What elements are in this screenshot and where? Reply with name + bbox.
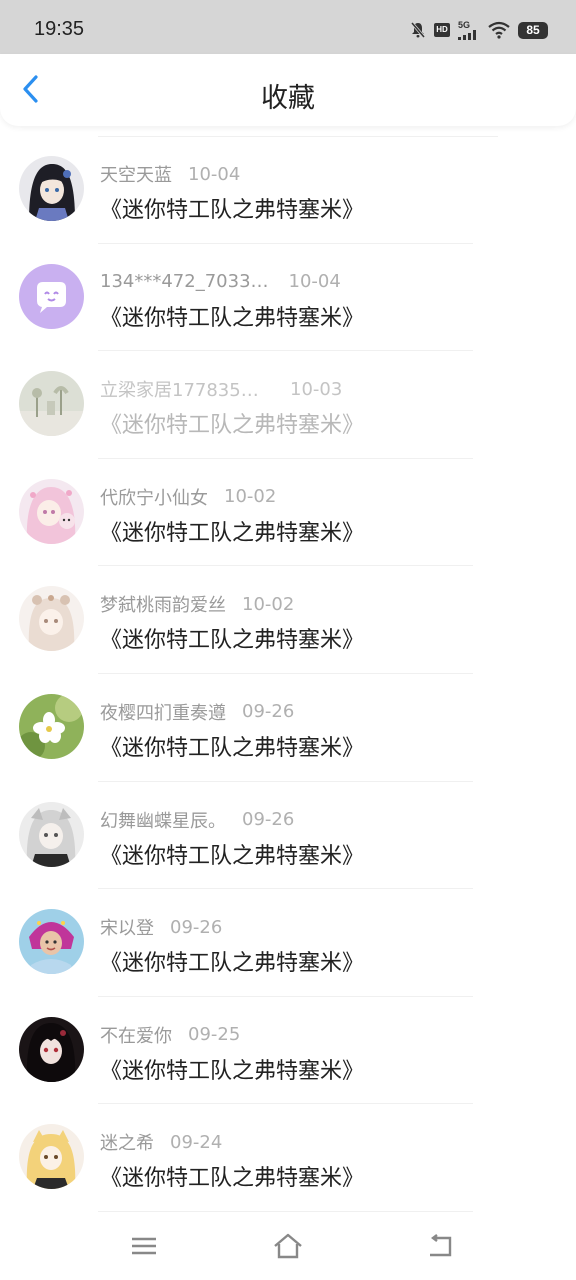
item-title[interactable]: 《迷你特工队之弗特塞米》	[100, 1053, 364, 1085]
item-title[interactable]: 《迷你特工队之弗特塞米》	[100, 622, 364, 654]
system-nav-bar	[0, 1215, 576, 1280]
item-meta: 宋以登 09-26	[100, 914, 222, 940]
list-item[interactable]: 迷之希 09-24 《迷你特工队之弗特塞米》	[0, 1104, 576, 1212]
avatar[interactable]	[19, 693, 84, 759]
item-title[interactable]: 《迷你特工队之弗特塞米》	[100, 838, 364, 870]
user-name[interactable]: 宋以登	[100, 914, 154, 940]
list-item[interactable]: 幻舞幽蝶星辰。 09-26 《迷你特工队之弗特塞米》	[0, 782, 576, 890]
back-nav-button[interactable]	[420, 1231, 460, 1265]
user-name[interactable]: 不在爱你	[100, 1022, 172, 1048]
user-name[interactable]: 迷之希	[100, 1129, 154, 1155]
wifi-icon	[488, 21, 510, 39]
item-date: 10-02	[242, 593, 295, 615]
item-meta: 代欣宁小仙女 10-02	[100, 484, 276, 510]
list-item[interactable]: 不在爱你 09-25 《迷你特工队之弗特塞米》	[0, 997, 576, 1105]
item-date: 10-03	[290, 378, 343, 400]
list-item[interactable]: 立梁家居1778352… 10-03 《迷你特工队之弗特塞米》	[0, 351, 576, 459]
user-name[interactable]: 梦弑桃雨韵爱丝	[100, 591, 226, 617]
network-type-label: 5G	[458, 20, 471, 30]
item-date: 09-26	[242, 701, 295, 723]
user-name[interactable]: 天空天蓝	[100, 161, 172, 187]
item-date: 10-04	[288, 271, 341, 293]
avatar[interactable]	[19, 478, 84, 544]
user-name[interactable]: 134***472_7033…	[100, 271, 269, 292]
favorites-list: 天空天蓝 10-04 《迷你特工队之弗特塞米》 134***472_7033… …	[0, 136, 576, 1212]
back-icon	[426, 1234, 454, 1262]
divider	[98, 1210, 473, 1212]
item-title[interactable]: 《迷你特工队之弗特塞米》	[100, 192, 364, 224]
user-name[interactable]: 代欣宁小仙女	[100, 484, 208, 510]
battery-indicator: 85	[518, 21, 548, 39]
list-item[interactable]: 梦弑桃雨韵爱丝 10-02 《迷你特工队之弗特塞米》	[0, 566, 576, 674]
status-bar: 19:35 HD 5G 85	[0, 0, 576, 54]
item-title[interactable]: 《迷你特工队之弗特塞米》	[100, 945, 364, 977]
item-date: 10-04	[188, 163, 241, 185]
item-meta: 迷之希 09-24	[100, 1129, 222, 1155]
avatar[interactable]	[19, 1016, 84, 1082]
item-date: 09-25	[188, 1024, 241, 1046]
hd-badge: HD	[434, 23, 450, 37]
list-item[interactable]: 代欣宁小仙女 10-02 《迷你特工队之弗特塞米》	[0, 459, 576, 567]
avatar[interactable]	[19, 801, 84, 867]
status-time: 19:35	[34, 18, 85, 40]
user-name[interactable]: 夜樱四扪重奏遵	[100, 699, 226, 725]
item-title[interactable]: 《迷你特工队之弗特塞米》	[100, 300, 364, 332]
avatar[interactable]	[19, 263, 84, 329]
header: 收藏	[0, 54, 576, 126]
avatar[interactable]	[19, 586, 84, 652]
item-title[interactable]: 《迷你特工队之弗特塞米》	[100, 730, 364, 762]
item-meta: 不在爱你 09-25	[100, 1022, 240, 1048]
item-date: 09-24	[170, 1131, 223, 1153]
item-meta: 夜樱四扪重奏遵 09-26	[100, 699, 294, 725]
item-title[interactable]: 《迷你特工队之弗特塞米》	[100, 407, 364, 439]
item-title[interactable]: 《迷你特工队之弗特塞米》	[100, 1160, 364, 1192]
list-item[interactable]: 宋以登 09-26 《迷你特工队之弗特塞米》	[0, 889, 576, 997]
status-icons: HD 5G 85	[410, 20, 548, 40]
avatar[interactable]	[19, 1124, 84, 1190]
avatar[interactable]	[19, 371, 84, 437]
item-date: 09-26	[242, 809, 295, 831]
list-item[interactable]: 134***472_7033… 10-04 《迷你特工队之弗特塞米》	[0, 244, 576, 352]
page-title: 收藏	[261, 83, 315, 114]
item-title[interactable]: 《迷你特工队之弗特塞米》	[100, 515, 364, 547]
user-name[interactable]: 立梁家居1778352…	[100, 376, 270, 402]
mute-icon	[410, 21, 426, 39]
item-date: 09-26	[170, 916, 223, 938]
item-meta: 立梁家居1778352… 10-03	[100, 376, 342, 402]
user-name[interactable]: 幻舞幽蝶星辰。	[100, 807, 226, 833]
signal-icon: 5G	[458, 20, 480, 40]
item-meta: 梦弑桃雨韵爱丝 10-02	[100, 591, 294, 617]
home-button[interactable]	[268, 1231, 308, 1265]
item-meta: 幻舞幽蝶星辰。 09-26	[100, 807, 294, 833]
menu-icon	[131, 1236, 157, 1260]
menu-button[interactable]	[124, 1231, 164, 1265]
avatar[interactable]	[19, 909, 84, 975]
item-date: 10-02	[224, 486, 277, 508]
list-item[interactable]: 天空天蓝 10-04 《迷你特工队之弗特塞米》	[0, 136, 576, 244]
home-icon	[273, 1233, 303, 1263]
item-meta: 天空天蓝 10-04	[100, 161, 240, 187]
item-meta: 134***472_7033… 10-04	[100, 269, 341, 295]
avatar[interactable]	[19, 156, 84, 221]
list-item[interactable]: 夜樱四扪重奏遵 09-26 《迷你特工队之弗特塞米》	[0, 674, 576, 782]
